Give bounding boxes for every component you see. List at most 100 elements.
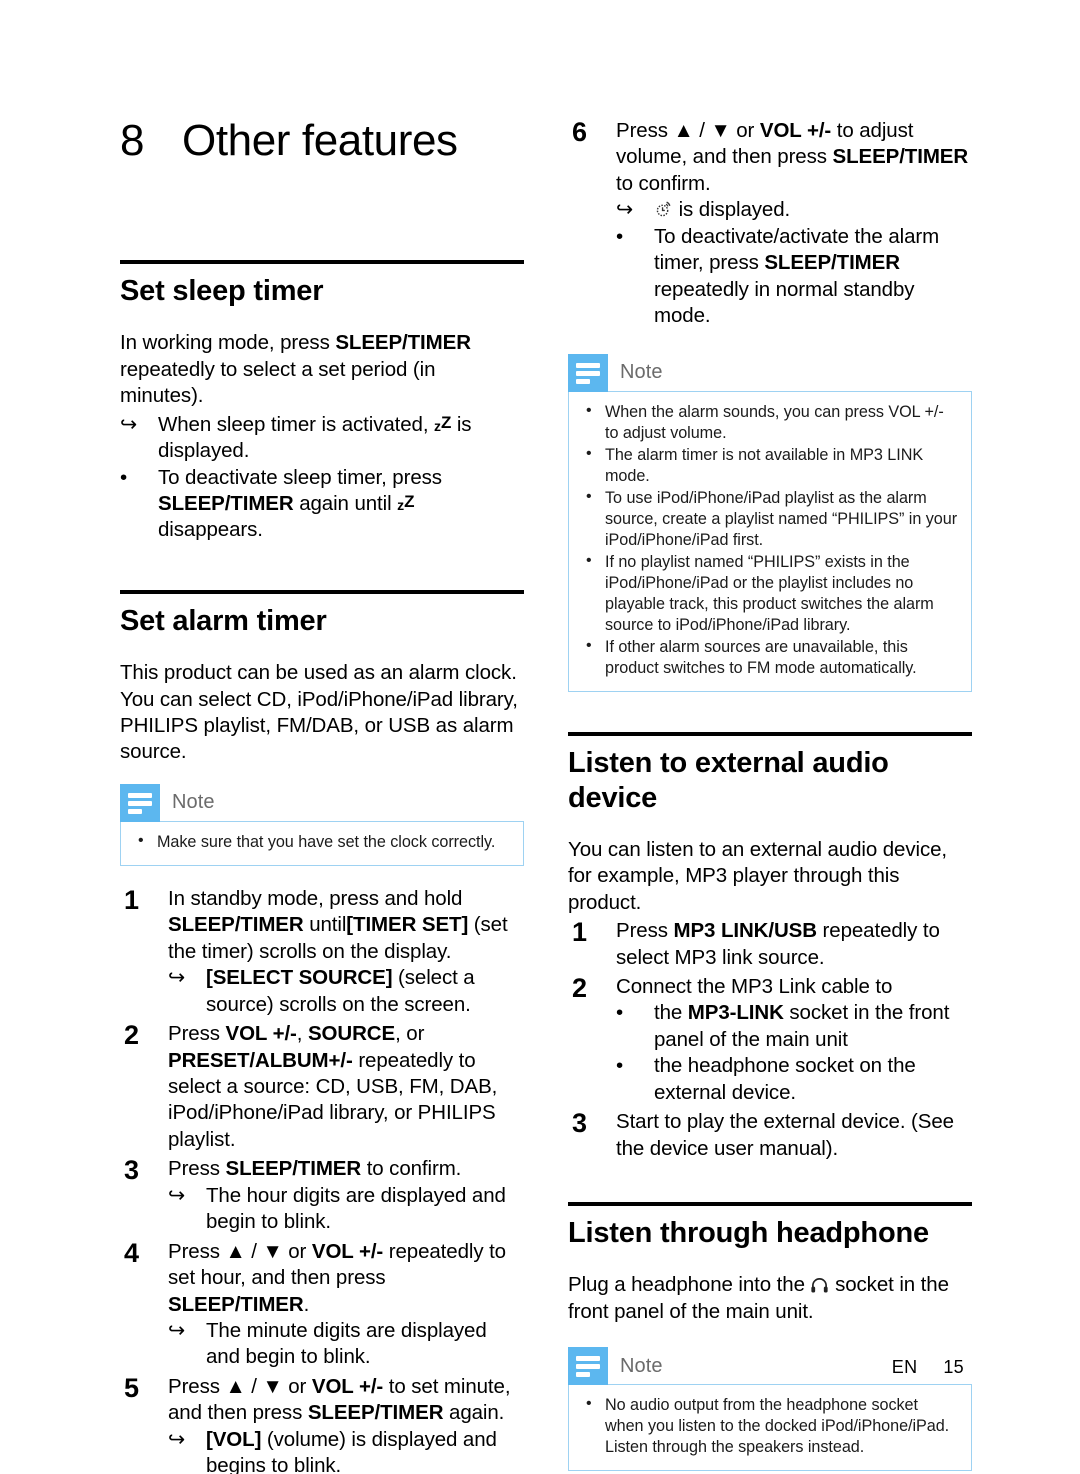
section-rule (120, 260, 524, 265)
step-number: 2 (572, 972, 587, 1003)
step1-c: until (303, 913, 347, 937)
section-set-sleep-timer: Set sleep timer In working mode, press S… (120, 260, 524, 544)
chapter-title: Other features (182, 116, 458, 165)
alarm-steps-continued: 6 Press ▲ / ▼ or VOL +/- to adjust volum… (568, 117, 972, 330)
step-item: 6 Press ▲ / ▼ or VOL +/- to adjust volum… (568, 117, 972, 330)
left-column: 8 Other features Set sleep timer In work… (120, 116, 524, 1474)
note-list: No audio output from the headphone socke… (581, 1394, 959, 1458)
sleep-intro-a: In working mode, press (120, 331, 336, 355)
sleep-bullet-c: again until (293, 492, 398, 516)
step6-e: to confirm. (616, 171, 711, 195)
step5-a: Press ▲ / ▼ or (168, 1374, 312, 1398)
step1-sub-list: ↪ [SELECT SOURCE] (select a source) scro… (168, 965, 524, 1018)
sleep-zz-icon-2: zZ (397, 492, 415, 514)
step6-arrow-text: is displayed. (673, 198, 791, 222)
step-item: 1 Press MP3 LINK/USB repeatedly to selec… (568, 917, 972, 971)
dot-marker-icon: • (120, 465, 128, 489)
step-number: 1 (572, 917, 587, 948)
note-list-item: When the alarm sounds, you can press VOL… (581, 400, 959, 444)
section-listen-headphone: Listen through headphone Plug a headphon… (568, 1202, 972, 1472)
step2-e: , or (395, 1022, 425, 1046)
step6-d: SLEEP/TIMER (832, 145, 969, 169)
step5-b: VOL +/- (311, 1374, 384, 1398)
note-tab: Note (120, 783, 524, 822)
step-number: 4 (124, 1237, 139, 1268)
ext-step2-bullet-1: • the MP3-LINK socket in the front panel… (616, 1000, 972, 1053)
note-body: No audio output from the headphone socke… (568, 1384, 972, 1472)
ext-step2-bullet-2: • the headphone socket on the external d… (616, 1053, 972, 1106)
ext-step1-b: MP3 LINK/USB (673, 919, 818, 943)
step5-e: again. (443, 1401, 505, 1425)
section-rule (120, 589, 524, 594)
note-lines-icon (568, 1347, 608, 1386)
footer-language: EN (891, 1357, 918, 1377)
step6-sub-list: ↪ is displayed. • To deactivate/activate… (616, 197, 972, 329)
chapter-number: 8 (120, 116, 145, 165)
step3-arrow-item: ↪ The hour digits are displayed and begi… (168, 1183, 524, 1236)
manual-page: 8 Other features Set sleep timer In work… (0, 0, 1080, 1474)
step-item: 3 Press SLEEP/TIMER to confirm. ↪ The ho… (120, 1155, 524, 1236)
dot-marker-icon: • (616, 1054, 624, 1078)
step5-sub-bold: [VOL] (206, 1427, 262, 1451)
alarm-intro-paragraph: This product can be used as an alarm clo… (120, 661, 518, 764)
page-footer: EN 15 (892, 1357, 964, 1378)
step4-b: VOL +/- (311, 1239, 384, 1263)
step4-sub-list: ↪ The minute digits are displayed and be… (168, 1318, 524, 1371)
step2-d: SOURCE (307, 1022, 396, 1046)
step1-d: [TIMER SET] (346, 913, 469, 937)
alarm-steps-list: 1 In standby mode, press and hold SLEEP/… (120, 884, 524, 1474)
right-column: 6 Press ▲ / ▼ or VOL +/- to adjust volum… (568, 117, 972, 1474)
step-item: 4 Press ▲ / ▼ or VOL +/- repeatedly to s… (120, 1237, 524, 1371)
section-title-headphone: Listen through headphone (568, 1217, 929, 1249)
section-title-external: Listen to external audio device (568, 747, 889, 814)
sleep-bullet-bold: SLEEP/TIMER (158, 492, 294, 516)
external-intro-paragraph: You can listen to an external audio devi… (568, 837, 948, 914)
sleep-bullet-a: To deactivate sleep timer, press (158, 465, 442, 489)
arrow-marker-icon: ↪ (120, 412, 138, 436)
step-item: 2 Press VOL +/-, SOURCE, or PRESET/ALBUM… (120, 1020, 524, 1153)
dot-marker-icon: • (616, 224, 624, 248)
note-title: Note (620, 1354, 663, 1377)
section-listen-external: Listen to external audio device You can … (568, 732, 972, 1162)
step-item: 5 Press ▲ / ▼ or VOL +/- to set minute, … (120, 1373, 524, 1474)
sleep-sub-list: ↪ When sleep timer is activated, zZ is d… (120, 412, 524, 544)
arrow-marker-icon: ↪ (168, 966, 186, 990)
arrow-marker-icon: ↪ (616, 198, 634, 222)
step1-arrow-item: ↪ [SELECT SOURCE] (select a source) scro… (168, 965, 524, 1018)
note-lines-icon (568, 353, 608, 392)
note-list-item: If no playlist named “PHILIPS” exists in… (581, 551, 959, 636)
note-lines-icon (120, 783, 160, 822)
step3-b: SLEEP/TIMER (225, 1157, 362, 1181)
headphone-icon (810, 1277, 829, 1294)
step6-arrow-item: ↪ is displayed. (616, 197, 972, 223)
step4-a: Press ▲ / ▼ or (168, 1239, 312, 1263)
step-number: 2 (124, 1020, 139, 1051)
note-list-item: The alarm timer is not available in MP3 … (581, 444, 959, 487)
arrow-marker-icon: ↪ (168, 1318, 186, 1342)
section-rule (568, 732, 972, 737)
sleep-intro-paragraph: In working mode, press SLEEP/TIMER repea… (120, 330, 524, 409)
external-steps-list: 1 Press MP3 LINK/USB repeatedly to selec… (568, 917, 972, 1162)
step2-a: Press (168, 1022, 226, 1046)
step-number: 3 (124, 1155, 139, 1186)
note-list-item: No audio output from the headphone socke… (581, 1394, 959, 1458)
note-tab: Note (568, 353, 972, 392)
ext-step3-a: Start to play the external device. (See … (616, 1110, 954, 1160)
step5-arrow-item: ↪ [VOL] (volume) is displayed and begins… (168, 1427, 524, 1474)
step4-e: . (303, 1292, 310, 1316)
sleep-bullet-d: disappears. (158, 518, 263, 542)
step-item: 2 Connect the MP3 Link cable to • the MP… (568, 972, 972, 1106)
step3-sub-text: The hour digits are displayed and begin … (206, 1183, 506, 1234)
ext-step2-sub-list: • the MP3-LINK socket in the front panel… (616, 1000, 972, 1106)
step6-bullet-item: • To deactivate/activate the alarm timer… (616, 224, 972, 330)
sleep-arrow-a: When sleep timer is activated, (158, 412, 435, 436)
ext-step1-a: Press (616, 919, 674, 943)
note-body: Make sure that you have set the clock co… (120, 820, 524, 866)
alarm-bell-icon (654, 200, 673, 219)
hp-intro-a: Plug a headphone into the (568, 1273, 811, 1297)
step4-d: SLEEP/TIMER (168, 1292, 304, 1316)
section-title-sleep: Set sleep timer (120, 275, 324, 308)
step-number: 1 (124, 884, 139, 915)
step6-b: VOL +/- (759, 119, 832, 142)
footer-page-number: 15 (943, 1357, 964, 1377)
